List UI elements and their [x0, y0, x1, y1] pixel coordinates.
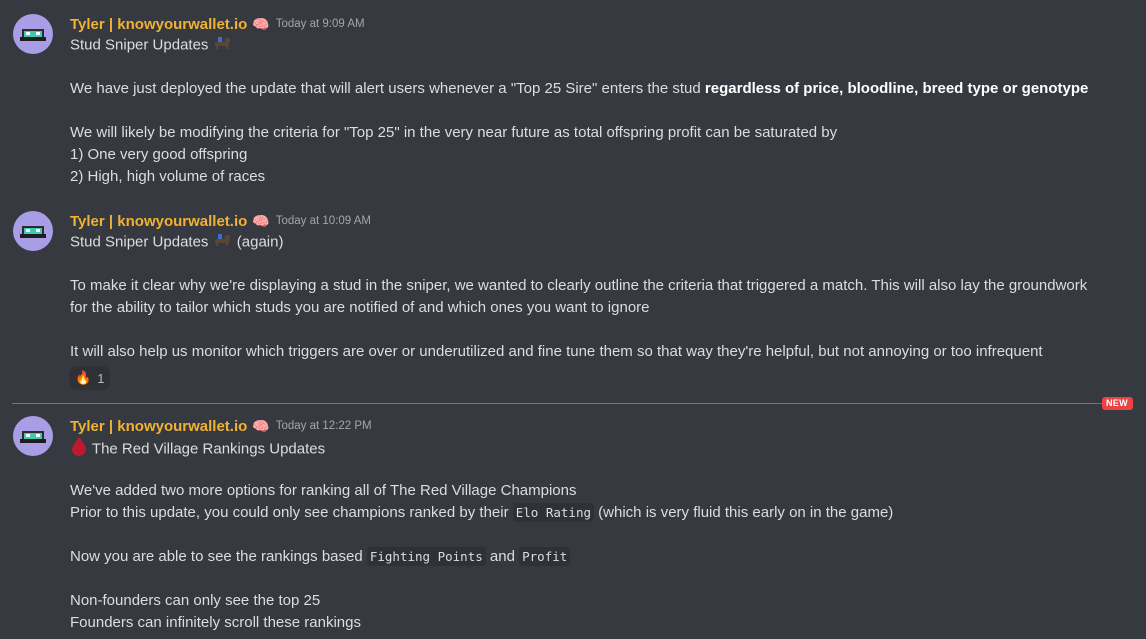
- message-line: 1) One very good offspring: [70, 146, 248, 163]
- message-line: We will likely be modifying the criteria…: [70, 124, 838, 141]
- message-line: Non-founders can only see the top 25: [70, 592, 321, 609]
- message-line: We've added two more options for ranking…: [70, 482, 577, 499]
- reaction-count: 1: [97, 370, 105, 386]
- avatar[interactable]: [13, 416, 53, 456]
- horse-racing-icon: [213, 231, 233, 254]
- car-avatar-icon: [20, 431, 46, 443]
- brain-icon: 🧠: [252, 213, 270, 229]
- horse-racing-icon: [213, 34, 233, 57]
- timestamp: Today at 10:09 AM: [275, 215, 371, 227]
- message-line: for the ability to tailor which studs yo…: [70, 299, 650, 316]
- message-line: Founders can infinitely scroll these ran…: [70, 614, 361, 631]
- message-line: We have just deployed the update that wi…: [70, 80, 1089, 97]
- username[interactable]: Tyler | knowyourwallet.io: [70, 16, 247, 33]
- timestamp: Today at 9:09 AM: [275, 18, 365, 30]
- message-line: 2) High, high volume of races: [70, 168, 266, 185]
- message-line: Now you are able to see the rankings bas…: [70, 546, 571, 568]
- inline-code: Fighting Points: [366, 547, 486, 566]
- inline-code: Elo Rating: [512, 503, 595, 522]
- message-line: Stud Sniper Updates (again): [70, 231, 283, 253]
- car-avatar-icon: [20, 226, 46, 238]
- avatar[interactable]: [13, 14, 53, 54]
- car-avatar-icon: [20, 29, 46, 41]
- message-line: The Red Village Rankings Updates: [70, 436, 325, 458]
- inline-code: Profit: [519, 547, 571, 566]
- message-line: Prior to this update, you could only see…: [70, 503, 894, 522]
- message-line: To make it clear why we're displaying a …: [70, 277, 1088, 294]
- message-header: Tyler | knowyourwallet.io 🧠 Today at 9:0…: [70, 14, 365, 34]
- brain-icon: 🧠: [252, 418, 270, 434]
- message-line: Stud Sniper Updates: [70, 34, 233, 56]
- fire-icon: 🔥: [75, 370, 92, 385]
- message-header: Tyler | knowyourwallet.io 🧠 Today at 12:…: [70, 416, 372, 436]
- drop-of-blood-icon: [70, 436, 88, 463]
- username[interactable]: Tyler | knowyourwallet.io: [70, 213, 247, 230]
- avatar[interactable]: [13, 211, 53, 251]
- message-header: Tyler | knowyourwallet.io 🧠 Today at 10:…: [70, 211, 371, 231]
- new-badge: NEW: [1102, 397, 1133, 410]
- brain-icon: 🧠: [252, 16, 270, 32]
- reaction-button[interactable]: 🔥 1: [69, 366, 111, 390]
- new-messages-divider: [12, 403, 1108, 404]
- username[interactable]: Tyler | knowyourwallet.io: [70, 418, 247, 435]
- timestamp: Today at 12:22 PM: [275, 420, 372, 432]
- message-line: It will also help us monitor which trigg…: [70, 343, 1043, 360]
